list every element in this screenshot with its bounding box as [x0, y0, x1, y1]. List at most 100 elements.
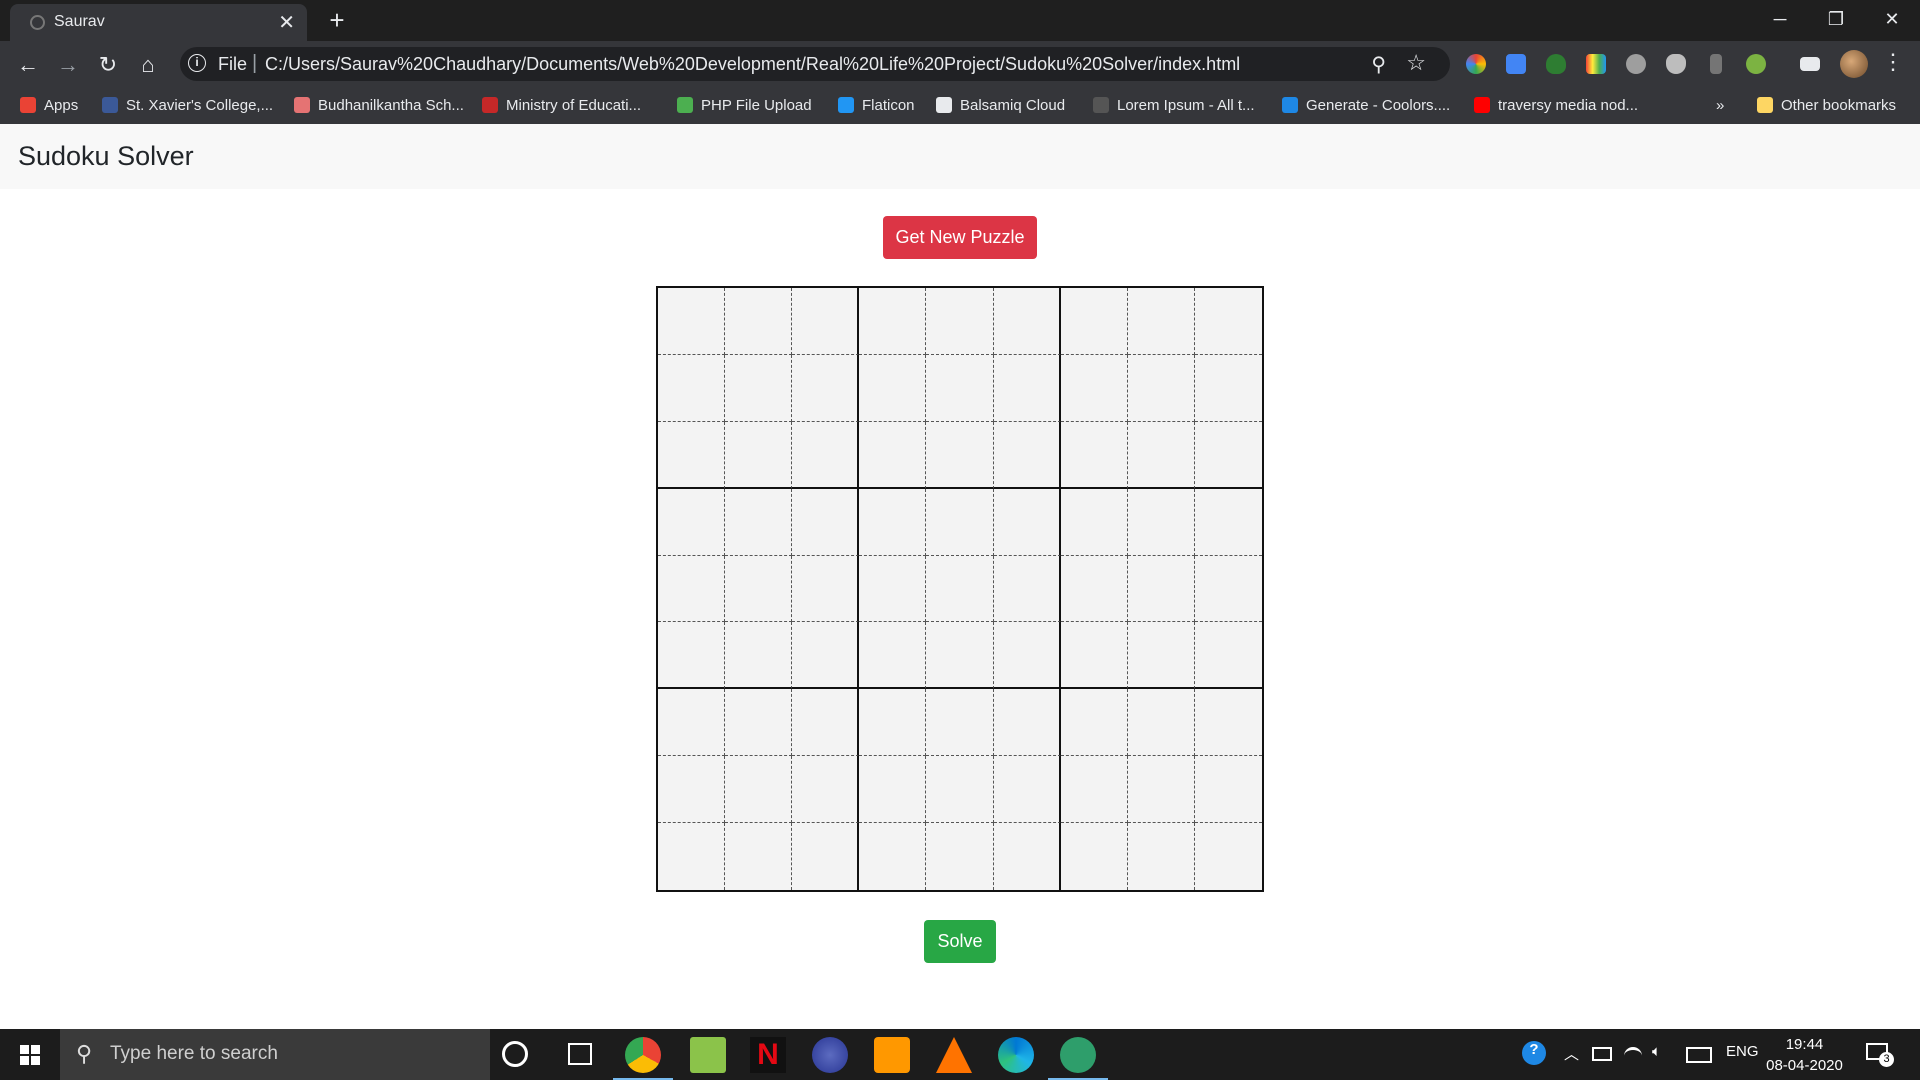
browser-tab[interactable]: Saurav ✕: [10, 4, 307, 41]
close-window-button[interactable]: ✕: [1864, 0, 1920, 38]
sudoku-cell[interactable]: [993, 622, 1061, 690]
bookmark-item[interactable]: Lorem Ipsum - All t...: [1093, 94, 1255, 118]
reload-button[interactable]: ↻: [92, 49, 124, 81]
sudoku-cell[interactable]: [1060, 823, 1128, 890]
sudoku-cell[interactable]: [1127, 421, 1195, 489]
sudoku-cell[interactable]: [792, 354, 860, 422]
other-bookmarks[interactable]: Other bookmarks: [1757, 94, 1896, 118]
action-center-icon[interactable]: 3: [1866, 1041, 1894, 1067]
sudoku-cell[interactable]: [859, 622, 927, 690]
new-tab-button[interactable]: +: [321, 4, 353, 36]
sudoku-cell[interactable]: [658, 555, 726, 623]
sudoku-cell[interactable]: [1194, 354, 1262, 422]
volume-icon[interactable]: 🔈︎: [1652, 1043, 1661, 1060]
vlc-icon[interactable]: [936, 1037, 972, 1073]
sudoku-cell[interactable]: [1194, 756, 1262, 824]
sudoku-cell[interactable]: [1127, 288, 1195, 355]
profile-avatar[interactable]: [1840, 50, 1868, 78]
sudoku-cell[interactable]: [859, 555, 927, 623]
sudoku-cell[interactable]: [658, 288, 726, 355]
sudoku-cell[interactable]: [792, 823, 860, 890]
sudoku-cell[interactable]: [859, 823, 927, 890]
cortana-icon[interactable]: [502, 1041, 528, 1067]
sudoku-cell[interactable]: [926, 555, 994, 623]
sudoku-cell[interactable]: [1194, 555, 1262, 623]
sudoku-cell[interactable]: [859, 689, 927, 757]
sudoku-cell[interactable]: [993, 555, 1061, 623]
sudoku-cell[interactable]: [1194, 823, 1262, 890]
sudoku-cell[interactable]: [1194, 622, 1262, 690]
sudoku-cell[interactable]: [725, 421, 793, 489]
keyboard-icon[interactable]: [1686, 1047, 1712, 1063]
sudoku-cell[interactable]: [859, 354, 927, 422]
sudoku-cell[interactable]: [792, 288, 860, 355]
sudoku-cell[interactable]: [658, 689, 726, 757]
sudoku-cell[interactable]: [993, 288, 1061, 355]
sudoku-cell[interactable]: [859, 488, 927, 556]
sudoku-cell[interactable]: [792, 555, 860, 623]
bookmark-item[interactable]: Flaticon: [838, 94, 915, 118]
sudoku-cell[interactable]: [926, 756, 994, 824]
sudoku-cell[interactable]: [658, 488, 726, 556]
browser-menu-icon[interactable]: ⋮: [1882, 49, 1904, 75]
sudoku-cell[interactable]: [1060, 288, 1128, 355]
bookmark-item[interactable]: St. Xavier's College,...: [102, 94, 273, 118]
sudoku-cell[interactable]: [1060, 488, 1128, 556]
task-view-icon[interactable]: [568, 1043, 592, 1065]
sudoku-cell[interactable]: [1127, 622, 1195, 690]
bookmark-item[interactable]: traversy media nod...: [1474, 94, 1638, 118]
sudoku-cell[interactable]: [792, 756, 860, 824]
browser-app-icon[interactable]: [812, 1037, 848, 1073]
show-hidden-icons[interactable]: ︿: [1564, 1043, 1579, 1064]
sudoku-cell[interactable]: [1127, 354, 1195, 422]
bookmark-item[interactable]: Apps: [20, 94, 78, 118]
edge-icon[interactable]: [998, 1037, 1034, 1073]
sudoku-cell[interactable]: [1060, 756, 1128, 824]
bookmark-item[interactable]: Generate - Coolors....: [1282, 94, 1450, 118]
restore-button[interactable]: ❐: [1808, 0, 1864, 38]
pinwheel-icon[interactable]: [1466, 54, 1486, 74]
sudoku-cell[interactable]: [1127, 488, 1195, 556]
sudoku-cell[interactable]: [1060, 354, 1128, 422]
guard-icon[interactable]: [1666, 54, 1686, 74]
sudoku-cell[interactable]: [1127, 689, 1195, 757]
sudoku-cell[interactable]: [993, 488, 1061, 556]
notepad-icon[interactable]: [690, 1037, 726, 1073]
taskbar-search-box[interactable]: ⚲ Type here to search: [60, 1029, 490, 1080]
sudoku-cell[interactable]: [792, 689, 860, 757]
battery-icon[interactable]: [1592, 1047, 1612, 1061]
sudoku-cell[interactable]: [1194, 689, 1262, 757]
sudoku-cell[interactable]: [725, 823, 793, 890]
sudoku-cell[interactable]: [658, 354, 726, 422]
sudoku-cell[interactable]: [993, 756, 1061, 824]
site-info-icon[interactable]: i: [188, 54, 206, 72]
bookmark-item[interactable]: PHP File Upload: [677, 94, 812, 118]
sudoku-cell[interactable]: [1060, 622, 1128, 690]
sudoku-cell[interactable]: [926, 354, 994, 422]
sudoku-cell[interactable]: [926, 488, 994, 556]
back-button[interactable]: ←: [12, 49, 44, 81]
sudoku-cell[interactable]: [1194, 488, 1262, 556]
language-indicator[interactable]: ENG: [1726, 1043, 1759, 1060]
sudoku-cell[interactable]: [725, 689, 793, 757]
taskbar-clock[interactable]: 19:44 08-04-2020: [1762, 1034, 1847, 1076]
sudoku-cell[interactable]: [1127, 823, 1195, 890]
bookmark-item[interactable]: Ministry of Educati...: [482, 94, 641, 118]
bookmark-item[interactable]: Balsamiq Cloud: [936, 94, 1065, 118]
sudoku-cell[interactable]: [993, 421, 1061, 489]
url-text[interactable]: C:/Users/Saurav%20Chaudhary/Documents/We…: [265, 54, 1240, 75]
sudoku-cell[interactable]: [658, 823, 726, 890]
sudoku-cell[interactable]: [926, 288, 994, 355]
sudoku-cell[interactable]: [725, 756, 793, 824]
translate-icon[interactable]: [1506, 54, 1526, 74]
get-new-puzzle-button[interactable]: Get New Puzzle: [883, 216, 1037, 259]
sudoku-cell[interactable]: [1127, 756, 1195, 824]
sudoku-cell[interactable]: [658, 622, 726, 690]
address-bar[interactable]: i File | C:/Users/Saurav%20Chaudhary/Doc…: [180, 47, 1450, 81]
sudoku-cell[interactable]: [725, 622, 793, 690]
sudoku-cell[interactable]: [993, 354, 1061, 422]
minimize-button[interactable]: ─: [1752, 0, 1808, 38]
page-title[interactable]: Sudoku Solver: [18, 141, 194, 172]
bookmark-star-icon[interactable]: ☆: [1406, 50, 1426, 76]
tree-icon[interactable]: [1746, 54, 1766, 74]
